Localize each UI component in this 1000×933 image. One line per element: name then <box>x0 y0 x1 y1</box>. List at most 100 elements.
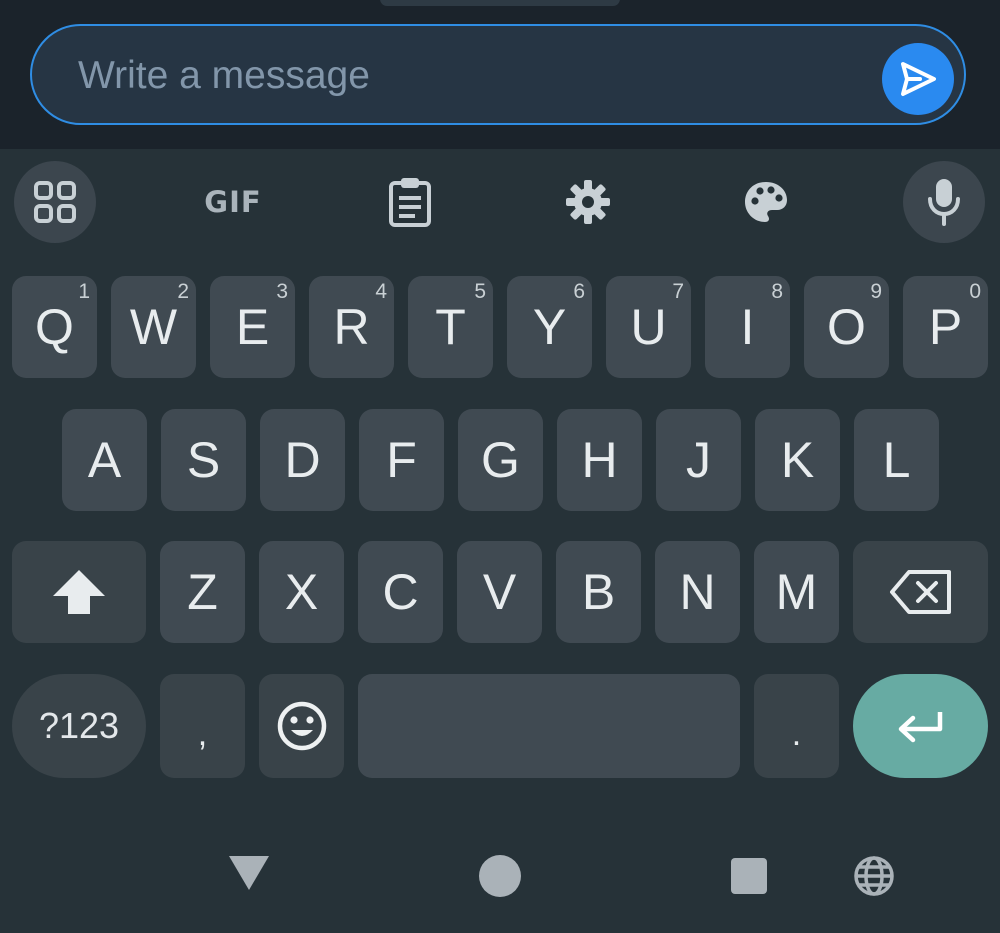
key-f[interactable]: F <box>359 409 444 511</box>
key-label: M <box>775 564 818 620</box>
key-label: P <box>928 299 963 355</box>
comma-label: , <box>197 714 208 753</box>
key-label: Q <box>35 299 74 355</box>
key-z[interactable]: Z <box>160 541 245 643</box>
key-label: W <box>129 299 178 355</box>
key-label: U <box>630 299 667 355</box>
key-r[interactable]: R 4 <box>309 276 394 378</box>
key-a[interactable]: A <box>62 409 147 511</box>
send-icon <box>901 62 936 96</box>
apps-button[interactable] <box>14 161 96 243</box>
key-m[interactable]: M <box>754 541 839 643</box>
top-handle <box>380 0 620 6</box>
period-key[interactable]: . <box>754 674 839 778</box>
smiley-face-icon <box>277 701 326 751</box>
key-hint: 3 <box>276 280 288 303</box>
key-p[interactable]: P 0 <box>903 276 988 378</box>
key-hint: 2 <box>177 280 189 303</box>
send-button[interactable] <box>882 43 954 115</box>
key-label: N <box>679 564 716 620</box>
key-label: T <box>435 299 466 355</box>
key-n[interactable]: N <box>655 541 740 643</box>
shift-key[interactable] <box>12 541 146 643</box>
key-b[interactable]: B <box>556 541 641 643</box>
keyboard-screen: G I F <box>0 0 1000 933</box>
settings-button[interactable] <box>547 161 629 243</box>
key-hint: 9 <box>870 280 882 303</box>
key-t[interactable]: T 5 <box>408 276 493 378</box>
key-label: S <box>186 432 221 488</box>
voice-input-button[interactable] <box>903 161 985 243</box>
symbols-label: ?123 <box>38 705 120 746</box>
key-label: R <box>333 299 370 355</box>
apps-grid-icon <box>34 181 76 223</box>
key-label: D <box>284 432 321 488</box>
key-l[interactable]: L <box>854 409 939 511</box>
shift-arrow-icon <box>53 570 105 614</box>
language-switch-button[interactable] <box>846 848 902 904</box>
key-u[interactable]: U 7 <box>606 276 691 378</box>
key-label: Y <box>532 299 567 355</box>
key-y[interactable]: Y 6 <box>507 276 592 378</box>
key-s[interactable]: S <box>161 409 246 511</box>
message-box[interactable] <box>30 24 966 125</box>
enter-return-icon <box>898 712 942 743</box>
back-triangle-icon <box>229 856 269 890</box>
key-label: G <box>481 432 520 488</box>
key-label: X <box>284 564 319 620</box>
palette-icon <box>745 182 787 222</box>
nav-recents-button[interactable] <box>721 848 777 904</box>
recents-square-icon <box>731 858 767 894</box>
key-w[interactable]: W 2 <box>111 276 196 378</box>
key-v[interactable]: V <box>457 541 542 643</box>
key-x[interactable]: X <box>259 541 344 643</box>
key-label: E <box>235 299 270 355</box>
nav-back-button[interactable] <box>221 845 277 901</box>
key-label: A <box>87 432 122 488</box>
backspace-key[interactable] <box>853 541 988 643</box>
key-label: C <box>382 564 419 620</box>
key-hint: 6 <box>573 280 585 303</box>
message-input[interactable] <box>78 50 858 102</box>
key-label: L <box>882 432 911 488</box>
emoji-key[interactable] <box>259 674 344 778</box>
globe-icon <box>854 856 894 896</box>
nav-home-button[interactable] <box>472 848 528 904</box>
key-h[interactable]: H <box>557 409 642 511</box>
key-c[interactable]: C <box>358 541 443 643</box>
key-label: B <box>581 564 616 620</box>
microphone-icon <box>928 179 960 226</box>
gif-label: GIF <box>204 185 262 219</box>
key-hint: 5 <box>474 280 486 303</box>
key-label: Z <box>187 564 218 620</box>
key-label: O <box>827 299 866 355</box>
clipboard-button[interactable] <box>369 161 451 243</box>
home-circle-icon <box>479 855 521 897</box>
gif-button[interactable]: GIF <box>192 161 274 243</box>
gear-icon <box>566 180 610 224</box>
key-d[interactable]: D <box>260 409 345 511</box>
key-q[interactable]: Q 1 <box>12 276 97 378</box>
key-label: F <box>386 432 417 488</box>
key-hint: 7 <box>672 280 684 303</box>
key-label: J <box>686 432 711 488</box>
theme-button[interactable] <box>725 161 807 243</box>
symbols-key[interactable]: ?123 <box>12 674 146 778</box>
key-label: K <box>780 432 815 488</box>
key-j[interactable]: J <box>656 409 741 511</box>
key-label: V <box>482 564 517 620</box>
enter-key[interactable] <box>853 674 988 778</box>
key-hint: 4 <box>375 280 387 303</box>
comma-key[interactable]: , <box>160 674 245 778</box>
key-i[interactable]: I 8 <box>705 276 790 378</box>
key-hint: 8 <box>771 280 783 303</box>
key-label: H <box>581 432 618 488</box>
key-hint: 0 <box>969 280 981 303</box>
key-k[interactable]: K <box>755 409 840 511</box>
backspace-icon <box>889 570 951 614</box>
space-key[interactable] <box>358 674 740 778</box>
period-label: . <box>791 714 802 753</box>
key-e[interactable]: E 3 <box>210 276 295 378</box>
key-g[interactable]: G <box>458 409 543 511</box>
key-o[interactable]: O 9 <box>804 276 889 378</box>
